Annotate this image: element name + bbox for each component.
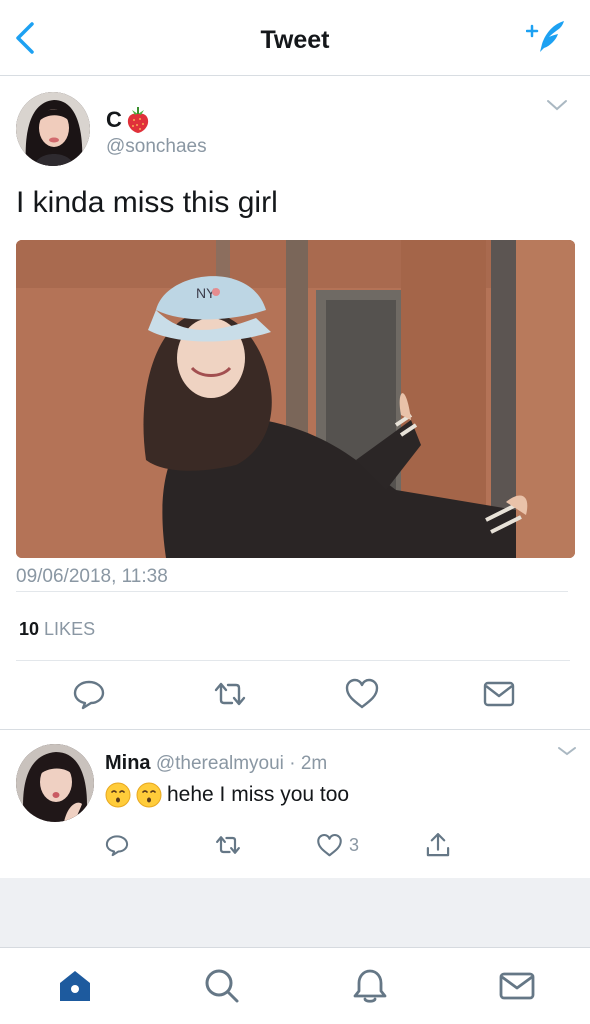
reply-time: 2m: [300, 753, 328, 774]
compose-tweet-icon: [525, 21, 564, 52]
reply-like-count: 3: [349, 834, 360, 855]
reply-options-button[interactable]: [556, 744, 578, 758]
search-icon: [205, 969, 239, 1003]
tweet-photo[interactable]: NY: [16, 240, 575, 558]
likes-label: LIKES: [44, 619, 96, 639]
reply-text-content: hehe I miss you too: [167, 783, 350, 806]
tab-notifications[interactable]: [350, 966, 390, 1006]
kissing-face-emoji-icon: [105, 782, 131, 808]
likes-count-link[interactable]: 10 LIKES: [19, 619, 95, 640]
home-icon: [60, 971, 90, 1001]
divider: [16, 660, 570, 661]
direct-message-icon: [483, 681, 515, 707]
like-button[interactable]: [344, 676, 380, 712]
like-icon: [317, 833, 342, 856]
reply-share-button[interactable]: [424, 830, 452, 860]
reply-icon: [105, 835, 129, 857]
chevron-down-icon: [558, 747, 576, 756]
likes-count: 10: [19, 619, 40, 639]
share-icon: [426, 833, 450, 857]
reply-author-name[interactable]: Mina: [105, 752, 151, 774]
reply-text: hehe I miss you too: [105, 782, 349, 808]
tab-search[interactable]: [202, 966, 242, 1006]
author-handle[interactable]: @sonchaes: [106, 136, 207, 158]
tab-messages[interactable]: [497, 966, 537, 1006]
like-icon: [345, 678, 379, 709]
reply-button[interactable]: [71, 676, 107, 712]
tab-home[interactable]: [55, 966, 95, 1006]
reply-separator: ·: [289, 753, 296, 774]
reply-retweet-button[interactable]: [214, 830, 242, 860]
empty-area: [0, 878, 590, 948]
notifications-icon: [353, 969, 387, 1003]
reply-icon: [73, 680, 105, 710]
reply-reply-button[interactable]: [104, 830, 130, 860]
author-name-text: C: [106, 107, 122, 132]
kissing-face-emoji-icon: [136, 782, 162, 808]
direct-message-button[interactable]: [481, 676, 517, 712]
retweet-button[interactable]: [212, 676, 248, 712]
reply-author-handle[interactable]: @therealmyoui: [156, 753, 284, 774]
avatar[interactable]: [16, 92, 90, 166]
author-name[interactable]: C: [106, 106, 151, 134]
top-nav-bar: Tweet: [0, 0, 590, 76]
divider: [16, 591, 568, 592]
compose-tweet-button[interactable]: [525, 18, 572, 58]
tweet-text: I kinda miss this girl: [16, 186, 278, 219]
reply-actions-bar: 3: [0, 830, 590, 862]
messages-icon: [499, 972, 535, 1000]
tweet-timestamp: 09/06/2018, 11:38: [16, 566, 168, 587]
tweet-actions-bar: [0, 676, 590, 718]
page-title: Tweet: [260, 26, 330, 54]
chevron-down-icon: [547, 100, 567, 111]
strawberry-emoji-icon: [127, 107, 149, 133]
reply-tweet[interactable]: Mina @therealmyoui · 2m hehe I miss you …: [0, 730, 590, 878]
reply-like-button[interactable]: 3: [316, 830, 359, 860]
retweet-icon: [214, 682, 246, 706]
avatar[interactable]: [16, 744, 94, 822]
reply-header: Mina @therealmyoui · 2m: [105, 752, 327, 775]
bottom-tab-bar: [0, 948, 590, 1024]
tweet-options-button[interactable]: [544, 96, 570, 114]
retweet-icon: [216, 836, 240, 854]
